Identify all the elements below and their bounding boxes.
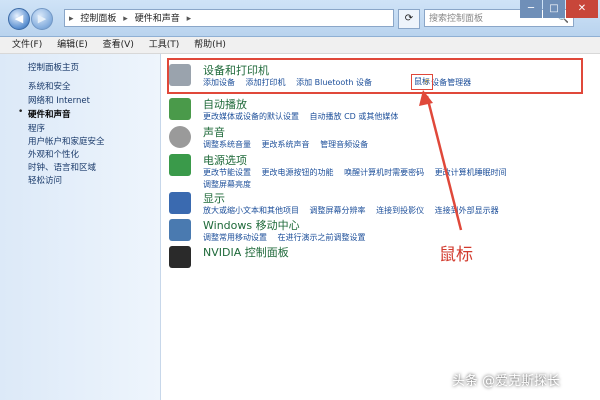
menu-tools[interactable]: 工具(T) xyxy=(143,37,186,53)
breadcrumb-hardware-sound[interactable]: 硬件和声音 xyxy=(135,14,180,24)
annotation-label: 鼠标 xyxy=(439,245,473,265)
menu-file[interactable]: 文件(F) xyxy=(0,37,48,53)
sidebar-item-ease-of-access[interactable]: 轻松访问 xyxy=(28,174,62,186)
sidebar-item-programs[interactable]: 程序 xyxy=(28,122,45,134)
forward-button[interactable]: ▶ xyxy=(31,8,53,30)
sidebar-item-home[interactable]: 控制面板主页 xyxy=(28,61,79,73)
main-content: 设备和打印机 添加设备 添加打印机 添加 Bluetooth 设备 ⛨ 设备管理器… xyxy=(161,54,600,400)
breadcrumb-control-panel[interactable]: 控制面板 xyxy=(80,14,116,24)
menu-edit[interactable]: 编辑(E) xyxy=(51,37,94,53)
maximize-button[interactable]: □ xyxy=(543,0,565,18)
menu-bar: 文件(F) 编辑(E) 查看(V) 工具(T) 帮助(H) xyxy=(0,37,600,54)
back-button[interactable]: ◀ xyxy=(8,8,30,30)
menu-view[interactable]: 查看(V) xyxy=(97,37,140,53)
sidebar-item-hardware-sound[interactable]: 硬件和声音 xyxy=(28,108,71,120)
title-bar: ◀ ▶ ▸ 控制面板 ▸ 硬件和声音 ▸ ⟳ 搜索控制面板 🔍 ─ □ ✕ xyxy=(0,0,600,37)
breadcrumb-separator: ▸ xyxy=(186,14,192,24)
sidebar-item-user-accounts[interactable]: 用户帐户和家庭安全 xyxy=(28,135,105,147)
sidebar-item-system-security[interactable]: 系统和安全 xyxy=(28,80,71,92)
search-placeholder: 搜索控制面板 xyxy=(429,14,484,24)
sidebar: 控制面板主页 系统和安全 网络和 Internet • 硬件和声音 程序 用户帐… xyxy=(0,54,161,400)
breadcrumb-separator: ▸ xyxy=(69,14,74,24)
current-indicator-icon: • xyxy=(18,107,24,117)
address-bar[interactable]: ▸ 控制面板 ▸ 硬件和声音 ▸ xyxy=(64,9,394,27)
minimize-button[interactable]: ─ xyxy=(520,0,542,18)
menu-help[interactable]: 帮助(H) xyxy=(188,37,232,53)
breadcrumb-separator: ▸ xyxy=(123,14,128,24)
refresh-button[interactable]: ⟳ xyxy=(398,9,420,29)
annotation-arrow xyxy=(419,90,463,231)
watermark: 头条 @爱克斯探长 xyxy=(452,374,561,389)
sidebar-item-clock-region[interactable]: 时钟、语言和区域 xyxy=(28,161,96,173)
sidebar-item-appearance[interactable]: 外观和个性化 xyxy=(28,148,79,160)
close-button[interactable]: ✕ xyxy=(566,0,598,18)
sidebar-item-network[interactable]: 网络和 Internet xyxy=(28,94,90,106)
